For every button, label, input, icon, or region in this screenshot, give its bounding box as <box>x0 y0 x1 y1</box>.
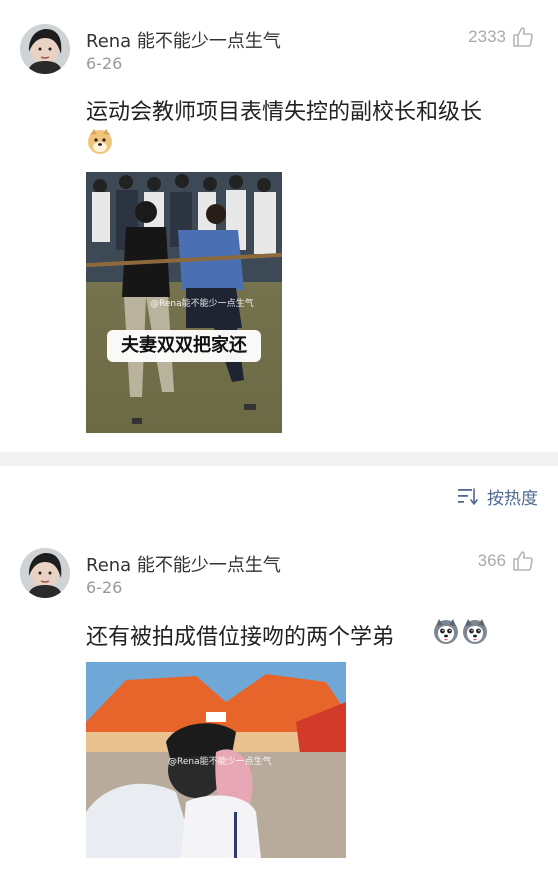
username[interactable]: Rena 能不能少一点生气 <box>86 551 281 577</box>
comment-text: 还有被拍成借位接吻的两个学弟 <box>86 625 395 650</box>
sort-label: 按热度 <box>487 489 538 509</box>
thumbs-up-icon <box>513 551 533 571</box>
username[interactable]: Rena 能不能少一点生气 <box>86 27 281 53</box>
avatar-image <box>20 24 70 74</box>
thumbs-up-icon <box>513 27 533 47</box>
comment-date: 6-26 <box>86 578 123 597</box>
like-button[interactable]: 366 <box>478 550 534 572</box>
comment-text: 运动会教师项目表情失控的副校长和级长 <box>86 100 483 125</box>
husky-emoji <box>434 619 458 644</box>
doge-emoji <box>88 129 112 154</box>
comment-item: Rena 能不能少一点生气 6-26 2333 运动会教师项目表情失控的副校长和… <box>0 0 558 452</box>
watermark: @Rena能不能少一点生气 <box>150 299 254 309</box>
like-button[interactable]: 2333 <box>468 26 534 48</box>
video-caption: 夫妻双双把家还 <box>107 330 261 362</box>
watermark: @Rena能不能少一点生气 <box>168 757 272 767</box>
video-thumbnail[interactable]: @Rena能不能少一点生气 夫妻双双把家还 <box>86 172 282 433</box>
avatar-image <box>20 548 70 598</box>
video-thumbnail[interactable]: @Rena能不能少一点生气 <box>86 662 346 858</box>
comment-date: 6-26 <box>86 54 123 73</box>
like-count: 366 <box>477 551 506 570</box>
sort-icon <box>458 487 478 505</box>
section-divider <box>0 452 558 466</box>
husky-emoji <box>463 619 487 644</box>
avatar[interactable] <box>20 24 70 74</box>
avatar[interactable] <box>20 548 70 598</box>
like-count: 2333 <box>468 27 506 46</box>
sort-by-heat-button[interactable]: 按热度 <box>457 484 538 509</box>
